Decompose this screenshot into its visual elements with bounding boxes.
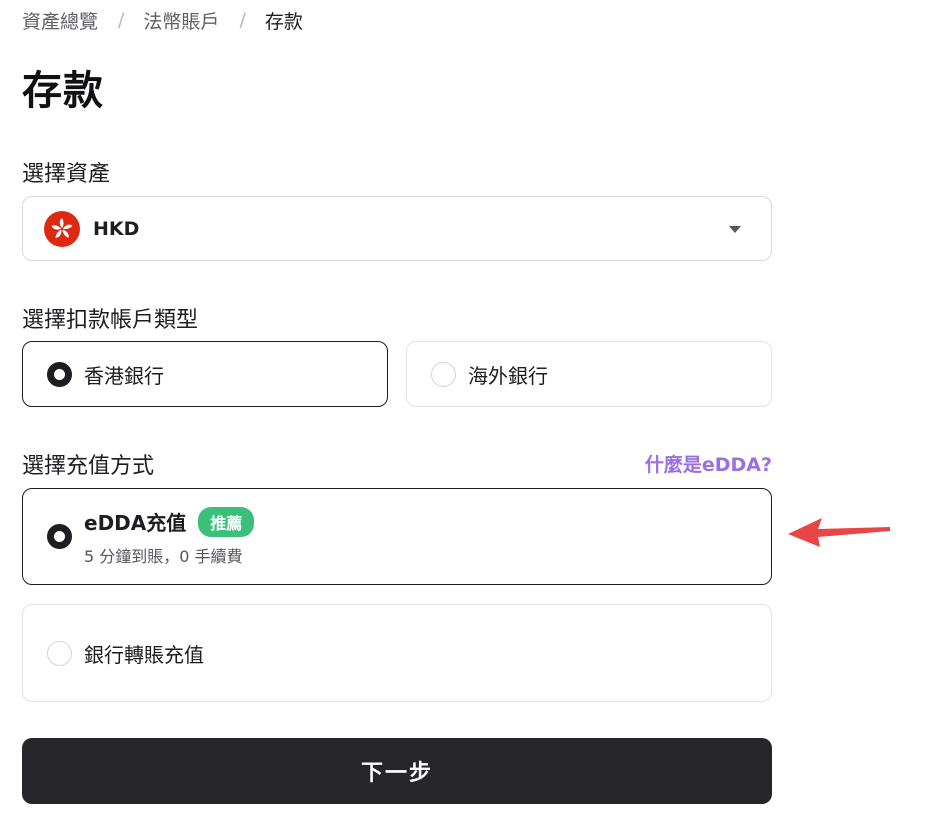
page-title: 存款 <box>22 68 104 114</box>
radio-unselected[interactable] <box>431 361 456 387</box>
account-type-option-label: 海外銀行 <box>468 363 548 388</box>
breadcrumb-asset-overview[interactable]: 資產總覽 <box>22 7 98 34</box>
method-option-text: eDDA充值 推薦 5 分鐘到賬，0 手續費 <box>84 506 255 567</box>
breadcrumb-current: 存款 <box>264 10 303 33</box>
asset-select[interactable]: HKD <box>22 196 772 261</box>
asset-select-value: HKD <box>93 217 140 240</box>
what-is-edda-link[interactable]: 什麼是eDDA? <box>645 450 772 477</box>
method-option-title: eDDA充值 推薦 <box>84 506 255 537</box>
account-type-option-overseas-bank[interactable]: 海外銀行 <box>406 341 772 407</box>
radio-selected[interactable] <box>47 361 72 387</box>
method-option-title: 銀行轉賬充值 <box>84 642 204 667</box>
account-type-option-label: 香港銀行 <box>84 363 164 388</box>
method-title-text: eDDA充值 <box>84 511 187 535</box>
recommended-badge: 推薦 <box>198 506 255 537</box>
method-option-edda[interactable]: eDDA充值 推薦 5 分鐘到賬，0 手續費 <box>22 488 772 585</box>
asset-section-label: 選擇資產 <box>22 162 111 187</box>
annotation-arrow-icon <box>788 518 890 547</box>
method-option-bank-transfer[interactable]: 銀行轉賬充值 <box>22 604 772 702</box>
breadcrumb: 資產總覽 / 法幣賬戶 / 存款 <box>22 6 303 34</box>
method-option-subtitle: 5 分鐘到賬，0 手續費 <box>84 546 243 566</box>
radio-unselected[interactable] <box>47 640 72 666</box>
radio-selected[interactable] <box>47 524 72 549</box>
breadcrumb-separator: / <box>118 9 125 31</box>
breadcrumb-separator: / <box>239 9 246 31</box>
breadcrumb-fiat-account[interactable]: 法幣賬戶 <box>143 7 219 34</box>
account-type-option-hk-bank[interactable]: 香港銀行 <box>22 341 388 407</box>
hong-kong-flag-icon <box>44 210 80 247</box>
method-section-label: 選擇充值方式 <box>22 454 155 479</box>
account-type-section-label: 選擇扣款帳戶類型 <box>22 308 199 333</box>
next-step-button[interactable]: 下一步 <box>22 738 772 804</box>
chevron-down-icon <box>729 226 741 233</box>
